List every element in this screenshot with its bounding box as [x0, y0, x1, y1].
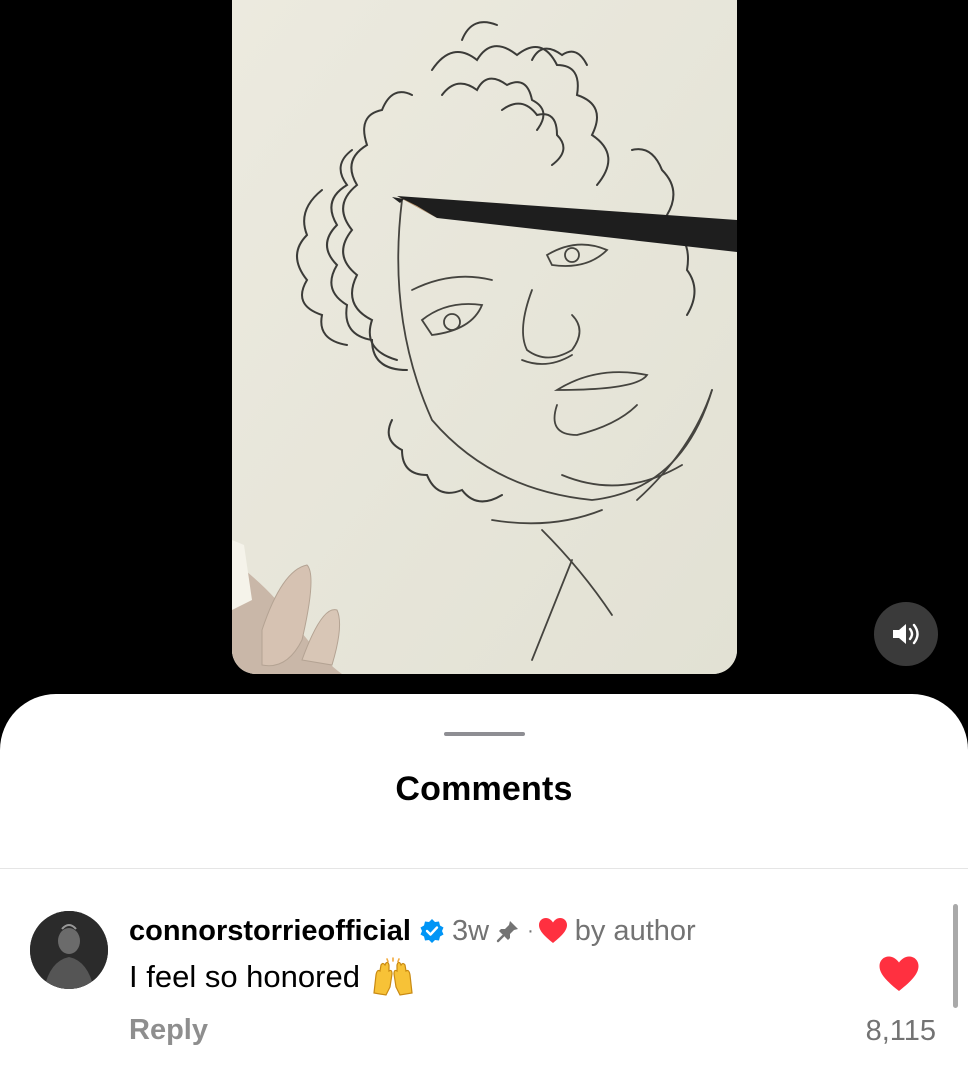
comment-body: I feel so honored	[129, 957, 416, 997]
volume-button[interactable]	[874, 602, 938, 666]
heart-icon	[879, 956, 919, 991]
like-count: 8,115	[865, 1015, 936, 1047]
avatar-image	[30, 911, 108, 989]
username[interactable]: connorstorrieofficial	[129, 915, 411, 948]
comment-time: 3w	[452, 914, 490, 947]
reel-screen: Comments connorstorrieofficial 3w · by a…	[0, 0, 968, 1072]
comment-item: connorstorrieofficial 3w · by author I f…	[0, 869, 968, 1072]
comment-header: connorstorrieofficial 3w · by author	[129, 911, 696, 951]
video-player[interactable]	[232, 0, 737, 674]
sheet-grabber[interactable]	[444, 732, 525, 736]
comments-sheet: Comments connorstorrieofficial 3w · by a…	[0, 694, 968, 1072]
speaker-icon	[893, 623, 919, 645]
pin-icon	[495, 918, 521, 944]
by-author-label: by author	[574, 914, 696, 947]
sheet-title: Comments	[395, 770, 573, 808]
verified-badge-icon	[419, 918, 445, 944]
author-heart-icon	[538, 917, 568, 945]
video-frame	[232, 0, 737, 674]
meta-separator: ·	[527, 919, 534, 942]
like-button[interactable]	[878, 955, 920, 993]
raising-hands-emoji-icon	[370, 957, 416, 997]
avatar[interactable]	[30, 911, 108, 989]
comment-text: I feel so honored	[129, 959, 360, 994]
reply-button[interactable]: Reply	[129, 1014, 208, 1047]
scrollbar[interactable]	[953, 904, 958, 1008]
